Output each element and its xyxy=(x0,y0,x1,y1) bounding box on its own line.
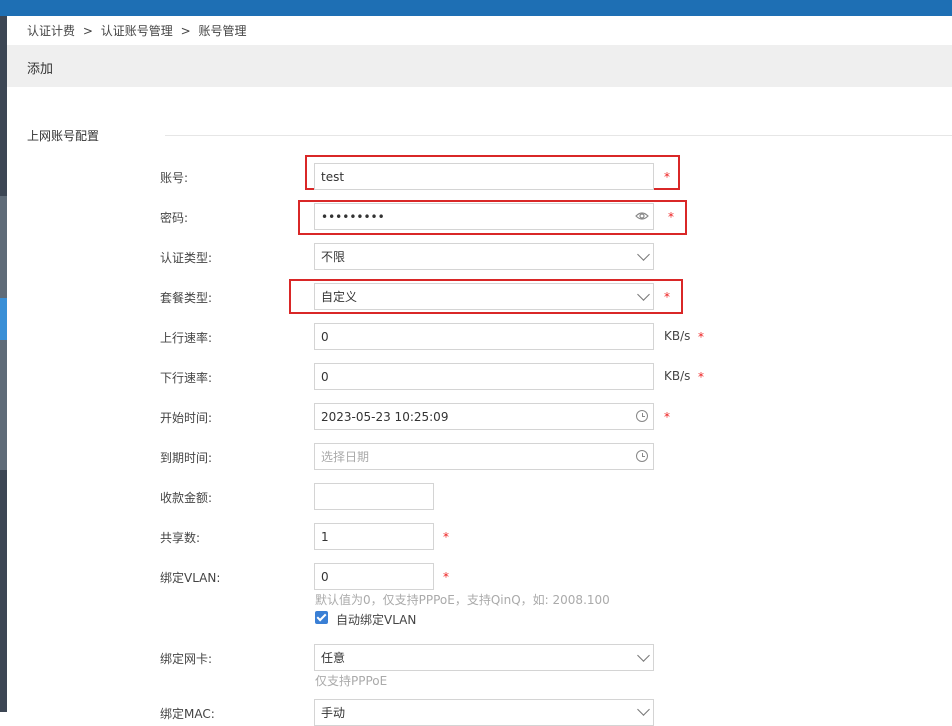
mac-select[interactable]: 手动 xyxy=(314,699,654,726)
nic-hint: 仅支持PPPoE xyxy=(315,674,388,688)
share-label: 共享数: xyxy=(160,531,201,545)
sidebar-collapsed[interactable] xyxy=(0,16,7,712)
sidebar-active-indicator xyxy=(0,298,7,340)
auto-bind-vlan-checkbox[interactable] xyxy=(315,611,328,624)
required-mark: * xyxy=(698,370,704,384)
start-time-input[interactable]: 2023-05-23 10:25:09 xyxy=(314,403,654,430)
account-input[interactable]: test xyxy=(314,163,654,190)
amount-input[interactable] xyxy=(314,483,434,510)
vlan-label: 绑定VLAN: xyxy=(160,571,221,585)
section-divider xyxy=(165,135,952,136)
auth-type-label: 认证类型: xyxy=(160,251,213,265)
down-rate-label: 下行速率: xyxy=(160,371,213,385)
required-mark: * xyxy=(443,570,449,584)
breadcrumb-separator: > xyxy=(82,24,93,38)
clock-icon[interactable] xyxy=(636,450,648,462)
password-label: 密码: xyxy=(160,211,189,225)
required-mark: * xyxy=(698,330,704,344)
clock-icon[interactable] xyxy=(636,410,648,422)
nic-select[interactable]: 任意 xyxy=(314,644,654,671)
package-type-select[interactable]: 自定义 xyxy=(314,283,654,310)
nic-label: 绑定网卡: xyxy=(160,652,213,666)
required-mark: * xyxy=(443,530,449,544)
sidebar-segment xyxy=(0,196,7,298)
auto-bind-vlan-label[interactable]: 自动绑定VLAN xyxy=(336,611,416,628)
share-input[interactable]: 1 xyxy=(314,523,434,550)
start-time-label: 开始时间: xyxy=(160,411,213,425)
section-title: 上网账号配置 xyxy=(27,129,100,143)
password-input[interactable]: ••••••••• xyxy=(314,203,654,230)
eye-icon[interactable] xyxy=(635,211,649,221)
required-mark: * xyxy=(664,290,670,304)
up-rate-label: 上行速率: xyxy=(160,331,213,345)
breadcrumb-item[interactable]: 账号管理 xyxy=(198,24,246,38)
package-type-label: 套餐类型: xyxy=(160,291,213,305)
top-bar xyxy=(0,0,952,16)
breadcrumb: 认证计费 > 认证账号管理 > 账号管理 xyxy=(27,22,250,39)
unit-label: KB/s xyxy=(664,369,691,383)
down-rate-input[interactable]: 0 xyxy=(314,363,654,390)
unit-label: KB/s xyxy=(664,329,691,343)
auth-type-select[interactable]: 不限 xyxy=(314,243,654,270)
account-label: 账号: xyxy=(160,171,189,185)
sidebar-segment xyxy=(0,340,7,470)
mac-label: 绑定MAC: xyxy=(160,707,215,721)
page-title: 添加 xyxy=(27,62,54,77)
amount-label: 收款金额: xyxy=(160,491,213,505)
required-mark: * xyxy=(664,410,670,424)
breadcrumb-separator: > xyxy=(180,24,191,38)
vlan-hint: 默认值为0，仅支持PPPoE，支持QinQ，如: 2008.100 xyxy=(315,593,610,607)
breadcrumb-item[interactable]: 认证账号管理 xyxy=(101,24,173,38)
required-mark: * xyxy=(664,170,670,184)
page-header: 添加 xyxy=(7,45,952,87)
end-time-input[interactable]: 选择日期 xyxy=(314,443,654,470)
end-time-label: 到期时间: xyxy=(160,451,213,465)
up-rate-input[interactable]: 0 xyxy=(314,323,654,350)
breadcrumb-item[interactable]: 认证计费 xyxy=(27,24,75,38)
required-mark: * xyxy=(668,210,674,224)
vlan-input[interactable]: 0 xyxy=(314,563,434,590)
